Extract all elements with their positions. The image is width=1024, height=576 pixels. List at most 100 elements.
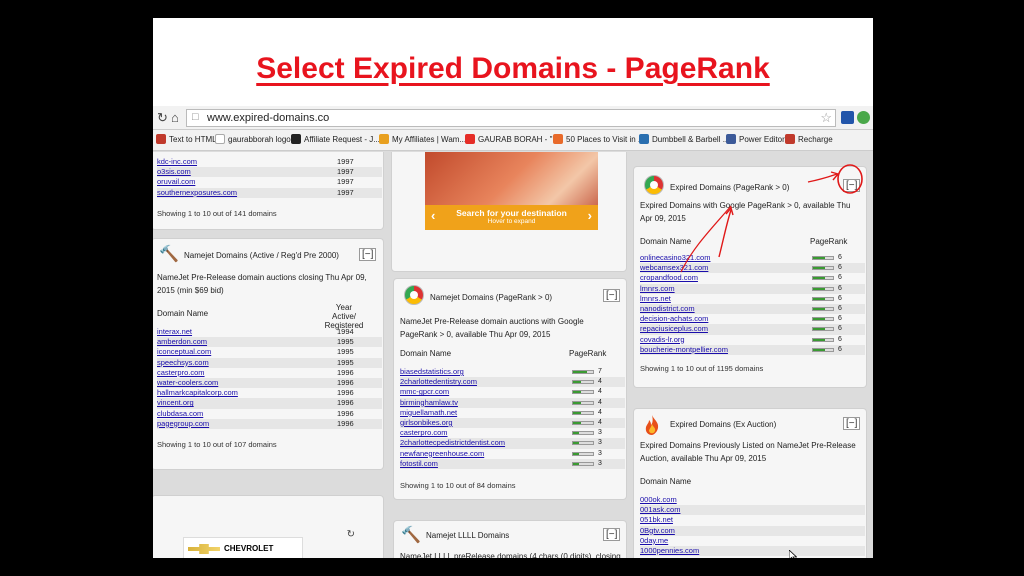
bookmark-item[interactable]: Text to HTML bbox=[156, 134, 217, 144]
chevron-left-icon[interactable]: ‹ bbox=[431, 208, 435, 223]
domain-link[interactable]: decision-achats.com bbox=[640, 314, 708, 323]
bookmark-item[interactable]: Power Editor bbox=[726, 134, 785, 144]
domain-link[interactable]: miguellamath.net bbox=[400, 408, 457, 417]
home-icon[interactable]: ⌂ bbox=[171, 110, 179, 125]
domain-link[interactable]: kdc-inc.com bbox=[157, 157, 197, 166]
year-value: 1996 bbox=[337, 367, 354, 377]
reload-icon[interactable]: ↻ bbox=[157, 110, 168, 126]
domain-link[interactable]: biasedstatistics.org bbox=[400, 367, 464, 376]
domain-link[interactable]: 0day.me bbox=[640, 536, 668, 545]
domain-link[interactable]: 0Bgtv.com bbox=[640, 526, 675, 535]
bookmark-star-icon[interactable]: ☆ bbox=[820, 110, 832, 126]
pagerank-bar-fill bbox=[573, 391, 581, 394]
pagerank-value: 6 bbox=[838, 284, 842, 292]
pagerank-bar bbox=[572, 380, 594, 385]
bookmark-item[interactable]: gaurabborah logo bbox=[215, 134, 291, 144]
year-value: 1997 bbox=[337, 157, 354, 166]
pagerank-value: 6 bbox=[838, 304, 842, 312]
pagerank-bar bbox=[812, 306, 834, 311]
table-row: amberdon.com 1995 bbox=[157, 337, 382, 348]
domain-link[interactable]: nanodistrict.com bbox=[640, 304, 695, 313]
domain-link[interactable]: vincent.org bbox=[157, 398, 194, 407]
bookmark-item[interactable]: Recharge bbox=[785, 134, 833, 144]
domain-link[interactable]: 001ask.com bbox=[640, 505, 680, 514]
card-footer: Showing 1 to 10 out of 141 domains bbox=[157, 209, 277, 218]
col-year-active: Year Active/Registered bbox=[324, 303, 364, 330]
chevron-right-icon[interactable]: › bbox=[588, 208, 592, 223]
collapse-button[interactable]: [−] bbox=[603, 289, 621, 302]
domain-link[interactable]: speechsys.com bbox=[157, 358, 209, 367]
bookmarks-bar: Text to HTML gaurabborah logo Affiliate … bbox=[153, 130, 873, 151]
domain-link[interactable]: casterpro.com bbox=[157, 368, 205, 377]
chevrolet-ad[interactable]: CHEVROLET bbox=[183, 537, 303, 558]
gavel-icon: 🔨 bbox=[159, 246, 179, 263]
pagerank-bar-fill bbox=[813, 267, 825, 270]
table-row: kdc-inc.com 1997 bbox=[157, 157, 382, 167]
year-value: 1995 bbox=[337, 357, 354, 367]
domain-link[interactable]: oruvail.com bbox=[157, 177, 195, 186]
table-row: iconceptual.com 1995 bbox=[157, 347, 382, 357]
extension-puzzle-icon[interactable] bbox=[857, 111, 870, 124]
domain-link[interactable]: boucherie-montpellier.com bbox=[640, 345, 728, 354]
domain-link[interactable]: o3sis.com bbox=[157, 167, 191, 176]
domain-link[interactable]: onlinecasino321.com bbox=[640, 253, 710, 262]
domain-link[interactable]: lmnrs.com bbox=[640, 284, 675, 293]
card-footer: Showing 1 to 10 out of 1195 domains bbox=[640, 364, 764, 373]
card-title: Expired Domains (PageRank > 0) bbox=[670, 183, 790, 192]
domain-link[interactable]: pagegroup.com bbox=[157, 419, 209, 428]
domain-link[interactable]: cropandfood.com bbox=[640, 273, 698, 282]
pagerank-bar-fill bbox=[813, 277, 825, 280]
domain-link[interactable]: newfanegreenhouse.com bbox=[400, 449, 484, 458]
domain-link[interactable]: 1000pennies.com bbox=[640, 546, 699, 555]
table-row: onlinecasino321.com 6 bbox=[640, 253, 865, 263]
domain-link[interactable]: fotostil.com bbox=[400, 459, 438, 468]
table-row: 0day.me bbox=[640, 536, 865, 546]
domain-link[interactable]: repaciusiceplus.com bbox=[640, 324, 708, 333]
pagerank-value: 6 bbox=[838, 254, 842, 261]
domain-link[interactable]: 051bk.net bbox=[640, 515, 673, 524]
domain-link[interactable]: iconceptual.com bbox=[157, 347, 211, 356]
bookmark-item[interactable]: Dumbbell & Barbell ... bbox=[639, 134, 729, 144]
table-row: decision-achats.com 6 bbox=[640, 314, 865, 324]
pagerank-bar-fill bbox=[813, 348, 825, 351]
address-bar[interactable]: □ www.expired-domains.co ☆ bbox=[186, 109, 836, 127]
domain-link[interactable]: webcamsex321.com bbox=[640, 263, 708, 272]
collapse-button[interactable]: [−] bbox=[359, 248, 377, 261]
card-title: Namejet Domains (PageRank > 0) bbox=[430, 293, 553, 302]
domain-link[interactable]: 2charlottecpedistrictdentist.com bbox=[400, 438, 505, 447]
bookmark-item[interactable]: 50 Places to Visit in ... bbox=[553, 134, 645, 144]
collapse-button[interactable]: [−] bbox=[843, 179, 861, 192]
bookmark-item[interactable]: My Affiliates | Wam... bbox=[379, 134, 466, 144]
domain-link[interactable]: interax.net bbox=[157, 327, 192, 336]
table-row: birminghamlaw.tv 4 bbox=[400, 397, 625, 408]
collapse-button[interactable]: [−] bbox=[843, 417, 861, 430]
page-content: kdc-inc.com 1997 o3sis.com 1997 oruvail.co… bbox=[153, 152, 873, 558]
domain-link[interactable]: mmc-gpcr.com bbox=[400, 387, 449, 396]
namejet-pagerank-card: Namejet Domains (PageRank > 0) [−] NameJ… bbox=[393, 278, 627, 500]
domain-link[interactable]: 000ok.com bbox=[640, 495, 677, 504]
domain-link[interactable]: southernexposures.com bbox=[157, 188, 237, 197]
card-description: NameJet Pre-Release domain auctions clos… bbox=[157, 273, 367, 295]
domain-link[interactable]: 2charlottedentistry.com bbox=[400, 377, 477, 386]
presentation-slide: Select Expired Domains - PageRank ↻ ⌂ □ … bbox=[153, 18, 873, 558]
domain-link[interactable]: birminghamlaw.tv bbox=[400, 398, 458, 407]
year-value: 1997 bbox=[337, 187, 354, 197]
domain-link[interactable]: clubdasa.com bbox=[157, 409, 203, 418]
bookmark-item[interactable]: Affiliate Request - J... bbox=[291, 134, 380, 144]
domain-link[interactable]: amberdon.com bbox=[157, 337, 207, 346]
domain-link[interactable]: casterpro.com bbox=[400, 428, 448, 437]
bookmark-item[interactable]: GAURAB BORAH - "I... bbox=[465, 134, 561, 144]
extension-icon[interactable] bbox=[841, 111, 854, 124]
chevrolet-logo-icon bbox=[188, 544, 220, 554]
table-row: 1000pennies.com bbox=[640, 545, 865, 557]
pagerank-value: 4 bbox=[598, 388, 602, 396]
destination-ad-banner[interactable]: ‹ Search for your destination Hover to e… bbox=[425, 152, 598, 230]
domain-link[interactable]: hallmarkcapitalcorp.com bbox=[157, 388, 238, 397]
collapse-button[interactable]: [−] bbox=[603, 528, 621, 541]
domain-link[interactable]: water-coolers.com bbox=[157, 378, 218, 387]
domain-link[interactable]: girlsonbikes.org bbox=[400, 418, 453, 427]
domain-link[interactable]: covadis-lr.org bbox=[640, 335, 685, 344]
ad-refresh-icon[interactable]: ↻ bbox=[347, 529, 355, 540]
domain-link[interactable]: lmnrs.net bbox=[640, 294, 671, 303]
table-row: fotostil.com 3 bbox=[400, 458, 625, 469]
